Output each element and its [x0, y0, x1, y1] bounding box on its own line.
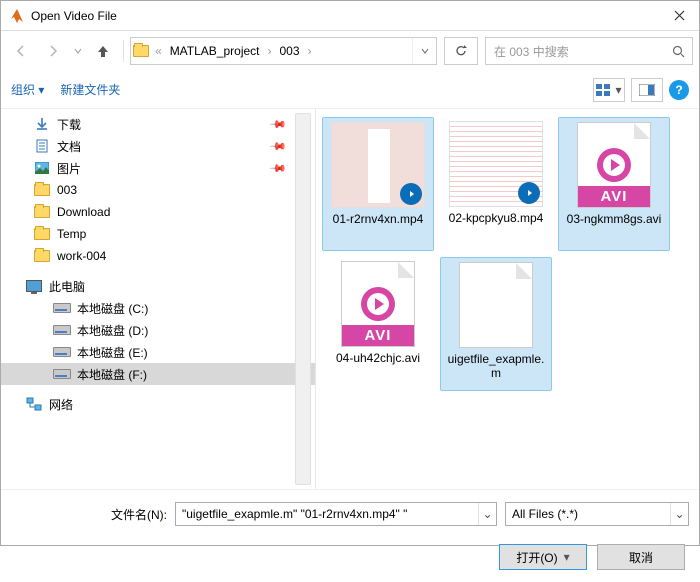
- tree-network[interactable]: 网络: [1, 393, 315, 415]
- breadcrumb-2[interactable]: 003: [276, 44, 304, 58]
- avi-icon: AVI: [577, 122, 651, 208]
- open-button[interactable]: 打开(O)▾: [499, 544, 587, 570]
- file-item[interactable]: 01-r2rnv4xn.mp4: [322, 117, 434, 251]
- picture-icon: [33, 160, 51, 176]
- file-name: 04-uh42chjc.avi: [326, 351, 430, 365]
- file-grid[interactable]: 01-r2rnv4xn.mp4 02-kpcpkyu8.mp4 AVI 03-n…: [316, 109, 699, 489]
- folder-icon: [33, 204, 51, 220]
- history-dropdown[interactable]: [71, 37, 85, 65]
- filename-input[interactable]: "uigetfile_exapmle.m" "01-r2rnv4xn.mp4" …: [175, 502, 497, 526]
- pin-icon: 📌: [269, 115, 288, 134]
- tree-disk-d[interactable]: 本地磁盘 (D:): [1, 319, 315, 341]
- file-name: 01-r2rnv4xn.mp4: [327, 212, 429, 226]
- refresh-button[interactable]: [444, 37, 478, 65]
- breadcrumb-1[interactable]: MATLAB_project: [166, 44, 264, 58]
- view-mode-button[interactable]: ▾: [593, 78, 625, 102]
- disk-icon: [53, 300, 71, 316]
- matlab-icon: [9, 8, 25, 24]
- folder-icon: [131, 37, 151, 65]
- breadcrumb-root-chevron[interactable]: «: [151, 44, 166, 58]
- play-overlay-icon: [518, 182, 540, 204]
- pin-icon: 📌: [269, 159, 288, 178]
- tree-003[interactable]: 003: [1, 179, 315, 201]
- tree-disk-e[interactable]: 本地磁盘 (E:): [1, 341, 315, 363]
- tree-disk-c[interactable]: 本地磁盘 (C:): [1, 297, 315, 319]
- search-input[interactable]: 在 003 中搜索: [485, 37, 693, 65]
- organize-menu[interactable]: 组织 ▾: [11, 81, 44, 98]
- tree-download[interactable]: Download: [1, 201, 315, 223]
- forward-button[interactable]: [39, 37, 67, 65]
- tree-work[interactable]: work-004: [1, 245, 315, 267]
- newfolder-button[interactable]: 新建文件夹: [60, 81, 120, 98]
- window-title: Open Video File: [31, 9, 659, 23]
- monitor-icon: [25, 278, 43, 294]
- filetype-select[interactable]: All Files (*.*)⌄: [505, 502, 689, 526]
- file-item[interactable]: uigetfile_exapmle.m: [440, 257, 552, 391]
- mfile-icon: [459, 262, 533, 348]
- tree-downloads[interactable]: 下载📌: [1, 113, 315, 135]
- breadcrumb-sep-2[interactable]: ›: [304, 44, 316, 58]
- file-item[interactable]: 02-kpcpkyu8.mp4: [440, 117, 552, 251]
- address-bar[interactable]: « MATLAB_project › 003 ›: [130, 37, 437, 65]
- tree-temp[interactable]: Temp: [1, 223, 315, 245]
- breadcrumb-sep-1[interactable]: ›: [264, 44, 276, 58]
- disk-icon: [53, 366, 71, 382]
- folder-icon: [33, 248, 51, 264]
- tree-thispc[interactable]: 此电脑: [1, 275, 315, 297]
- file-name: uigetfile_exapmle.m: [445, 352, 547, 380]
- filename-label: 文件名(N):: [111, 506, 167, 523]
- tree-disk-f[interactable]: 本地磁盘 (F:): [1, 363, 315, 385]
- tree-pictures[interactable]: 图片📌: [1, 157, 315, 179]
- address-dropdown[interactable]: [412, 38, 436, 64]
- up-button[interactable]: [89, 37, 117, 65]
- video-thumbnail: [449, 121, 543, 207]
- file-item[interactable]: AVI 03-ngkmm8gs.avi: [558, 117, 670, 251]
- folder-tree[interactable]: 下载📌 文档📌 图片📌 003 Download Temp work-004 此…: [1, 109, 316, 489]
- download-icon: [33, 116, 51, 132]
- preview-button[interactable]: [631, 78, 663, 102]
- play-overlay-icon: [400, 183, 422, 205]
- search-placeholder: 在 003 中搜索: [486, 43, 664, 60]
- close-button[interactable]: [659, 1, 699, 31]
- file-name: 02-kpcpkyu8.mp4: [444, 211, 548, 225]
- network-icon: [25, 396, 43, 412]
- pin-icon: 📌: [269, 137, 288, 156]
- avi-icon: AVI: [341, 261, 415, 347]
- file-item[interactable]: AVI 04-uh42chjc.avi: [322, 257, 434, 391]
- chevron-down-icon[interactable]: ⌄: [478, 503, 496, 525]
- search-icon[interactable]: [664, 38, 692, 64]
- back-button[interactable]: [7, 37, 35, 65]
- disk-icon: [53, 322, 71, 338]
- chevron-down-icon[interactable]: ⌄: [670, 503, 688, 525]
- video-thumbnail: [331, 122, 425, 208]
- folder-icon: [33, 226, 51, 242]
- tree-documents[interactable]: 文档📌: [1, 135, 315, 157]
- cancel-button[interactable]: 取消: [597, 544, 685, 570]
- file-name: 03-ngkmm8gs.avi: [563, 212, 665, 226]
- document-icon: [33, 138, 51, 154]
- disk-icon: [53, 344, 71, 360]
- folder-icon: [33, 182, 51, 198]
- help-button[interactable]: ?: [669, 80, 689, 100]
